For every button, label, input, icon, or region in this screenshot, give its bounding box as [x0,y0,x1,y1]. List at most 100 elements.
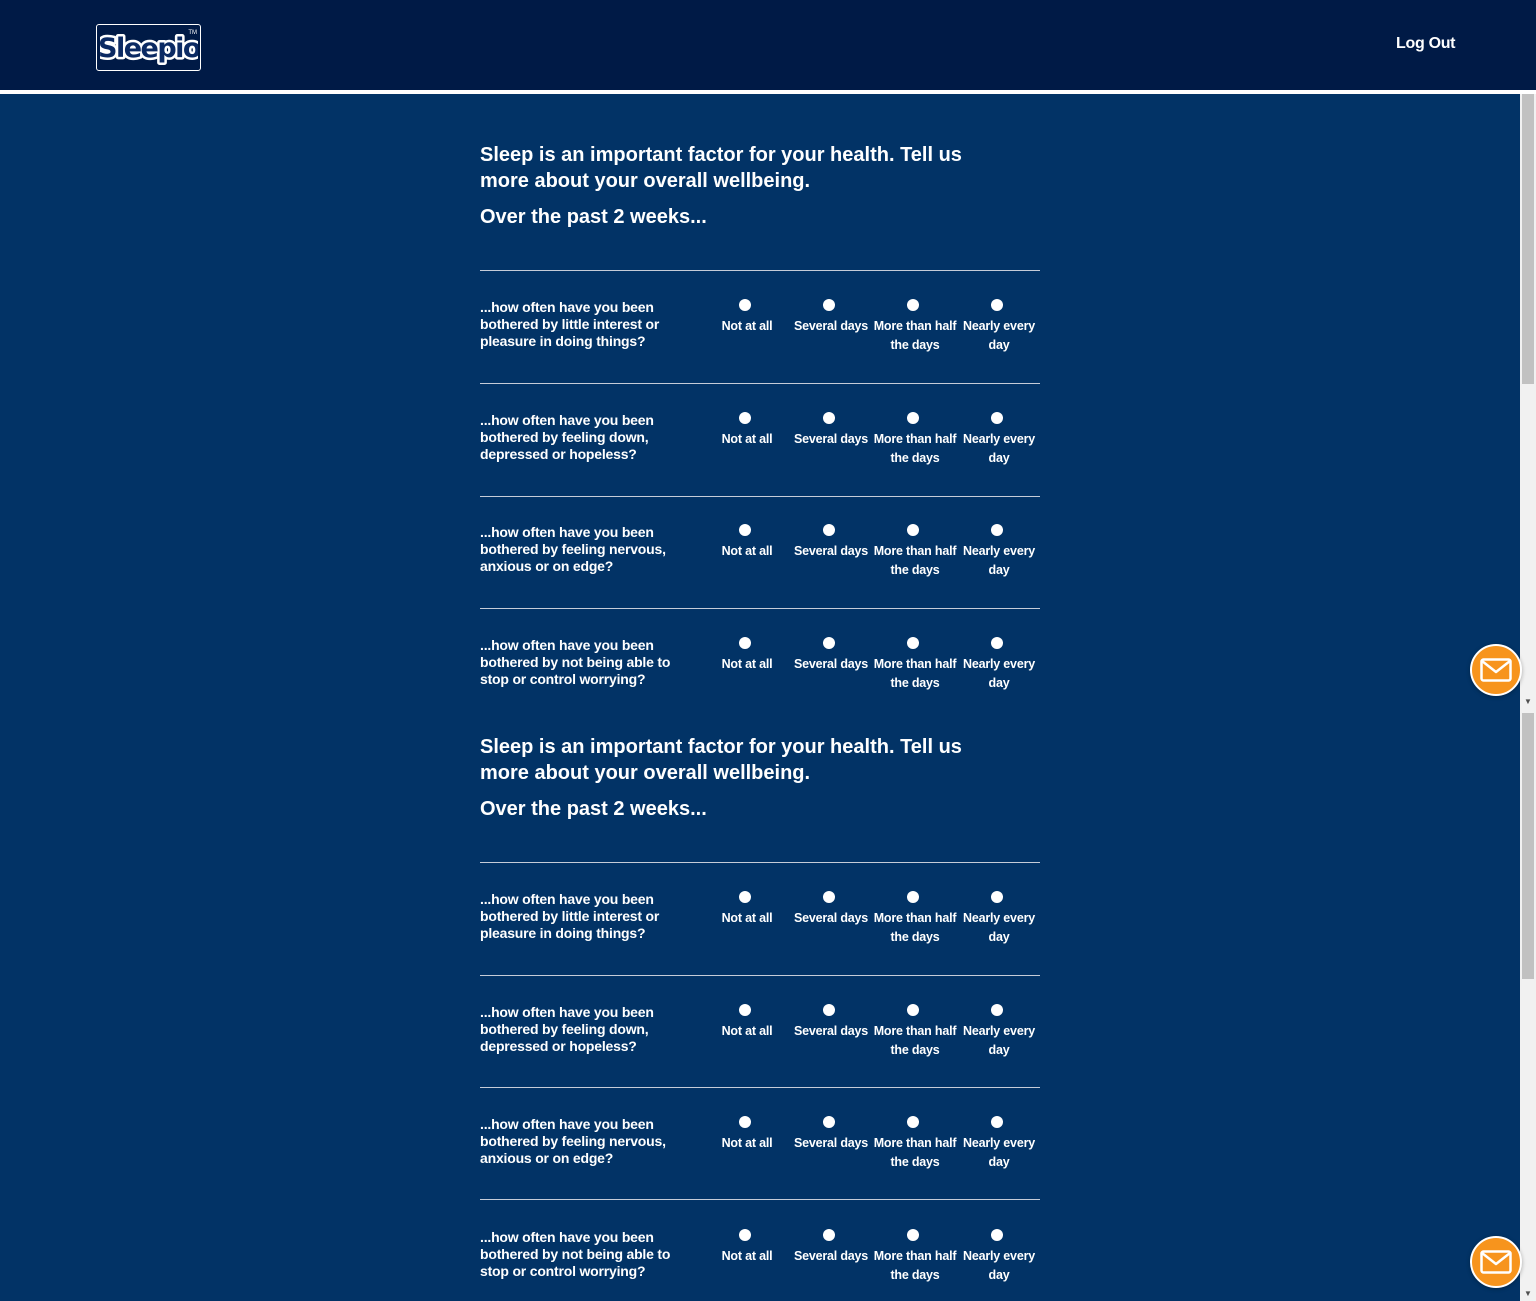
envelope-icon [1480,658,1512,682]
radio-button[interactable] [739,299,751,311]
scrollbar-lower[interactable]: ▼ [1520,709,1536,1301]
radio-button[interactable] [991,637,1003,649]
option-nearly-every-day[interactable]: Nearly every day [957,1004,1041,1060]
option-more-than-half[interactable]: More than half the days [873,412,957,468]
option-label: Not at all [721,1136,773,1150]
question-row: ...how often have you been bothered by f… [480,1116,1040,1226]
section-subhead: Over the past 2 weeks... [480,206,707,228]
scrollbar-upper[interactable]: ▼ [1520,94,1536,709]
option-more-than-half[interactable]: More than half the days [873,891,957,947]
radio-button[interactable] [739,524,751,536]
option-label: More than half the days [873,319,957,352]
radio-button[interactable] [991,1116,1003,1128]
option-nearly-every-day[interactable]: Nearly every day [957,1229,1041,1285]
radio-button[interactable] [907,412,919,424]
option-nearly-every-day[interactable]: Nearly every day [957,524,1041,580]
option-more-than-half[interactable]: More than half the days [873,1229,957,1285]
option-not-at-all[interactable]: Not at all [705,299,789,336]
option-not-at-all[interactable]: Not at all [705,1116,789,1153]
radio-button[interactable] [739,1004,751,1016]
radio-button[interactable] [739,1116,751,1128]
top-header: Sleepio TM Log Out [0,0,1536,90]
option-label: More than half the days [873,1024,957,1057]
radio-button[interactable] [907,1116,919,1128]
option-several-days[interactable]: Several days [789,1004,873,1041]
radio-button[interactable] [739,1229,751,1241]
radio-button[interactable] [991,891,1003,903]
trademark-mark: TM [188,30,197,36]
message-button[interactable] [1470,1236,1522,1288]
option-several-days[interactable]: Several days [789,1229,873,1266]
option-label: Not at all [721,319,773,333]
option-nearly-every-day[interactable]: Nearly every day [957,412,1041,468]
scroll-down-arrow-icon[interactable]: ▼ [1520,1285,1536,1301]
option-several-days[interactable]: Several days [789,412,873,449]
radio-button[interactable] [907,299,919,311]
divider [480,383,1040,384]
scrollbar-thumb-upper[interactable] [1522,94,1534,384]
question-row: ...how often have you been bothered by f… [480,524,1040,634]
option-not-at-all[interactable]: Not at all [705,524,789,561]
question-row: ...how often have you been bothered by n… [480,1229,1040,1301]
scrollbar-thumb-lower[interactable] [1522,713,1534,979]
question-text: ...how often have you been bothered by l… [480,891,660,941]
message-button[interactable] [1470,644,1522,696]
radio-button[interactable] [823,891,835,903]
option-label: Not at all [721,1024,773,1038]
option-label: Nearly every day [963,911,1035,944]
question-text: ...how often have you been bothered by n… [480,1229,671,1279]
radio-button[interactable] [991,524,1003,536]
radio-button[interactable] [907,891,919,903]
radio-button[interactable] [823,1229,835,1241]
radio-button[interactable] [991,1229,1003,1241]
option-not-at-all[interactable]: Not at all [705,1004,789,1041]
radio-button[interactable] [823,637,835,649]
radio-button[interactable] [823,524,835,536]
option-label: More than half the days [873,432,957,465]
option-several-days[interactable]: Several days [789,637,873,674]
option-several-days[interactable]: Several days [789,299,873,336]
option-more-than-half[interactable]: More than half the days [873,1116,957,1172]
option-label: Nearly every day [963,657,1035,690]
option-label: More than half the days [873,911,957,944]
scroll-down-arrow-icon[interactable]: ▼ [1520,693,1536,709]
question-text: ...how often have you been bothered by f… [480,1116,666,1166]
radio-button[interactable] [823,1116,835,1128]
option-more-than-half[interactable]: More than half the days [873,299,957,355]
option-not-at-all[interactable]: Not at all [705,891,789,928]
option-several-days[interactable]: Several days [789,891,873,928]
option-more-than-half[interactable]: More than half the days [873,637,957,693]
logout-link[interactable]: Log Out [1396,35,1456,53]
question-text: ...how often have you been bothered by f… [480,524,666,574]
radio-button[interactable] [823,299,835,311]
radio-button[interactable] [907,1229,919,1241]
radio-button[interactable] [739,891,751,903]
option-more-than-half[interactable]: More than half the days [873,1004,957,1060]
radio-button[interactable] [739,637,751,649]
radio-button[interactable] [907,524,919,536]
option-nearly-every-day[interactable]: Nearly every day [957,1116,1041,1172]
radio-button[interactable] [907,637,919,649]
sleepio-logo-mark: Sleepio [100,30,198,66]
radio-button[interactable] [907,1004,919,1016]
radio-button[interactable] [823,412,835,424]
radio-button[interactable] [991,299,1003,311]
option-not-at-all[interactable]: Not at all [705,637,789,674]
option-several-days[interactable]: Several days [789,524,873,561]
radio-button[interactable] [823,1004,835,1016]
radio-button[interactable] [739,412,751,424]
option-nearly-every-day[interactable]: Nearly every day [957,891,1041,947]
sleepio-logo[interactable]: Sleepio TM [96,24,201,71]
option-not-at-all[interactable]: Not at all [705,412,789,449]
option-nearly-every-day[interactable]: Nearly every day [957,637,1041,693]
option-label: Nearly every day [963,544,1035,577]
question-text: ...how often have you been bothered by l… [480,299,660,349]
option-several-days[interactable]: Several days [789,1116,873,1153]
radio-button[interactable] [991,412,1003,424]
divider [480,1087,1040,1088]
option-nearly-every-day[interactable]: Nearly every day [957,299,1041,355]
option-more-than-half[interactable]: More than half the days [873,524,957,580]
radio-button[interactable] [991,1004,1003,1016]
option-not-at-all[interactable]: Not at all [705,1229,789,1266]
divider [480,975,1040,976]
